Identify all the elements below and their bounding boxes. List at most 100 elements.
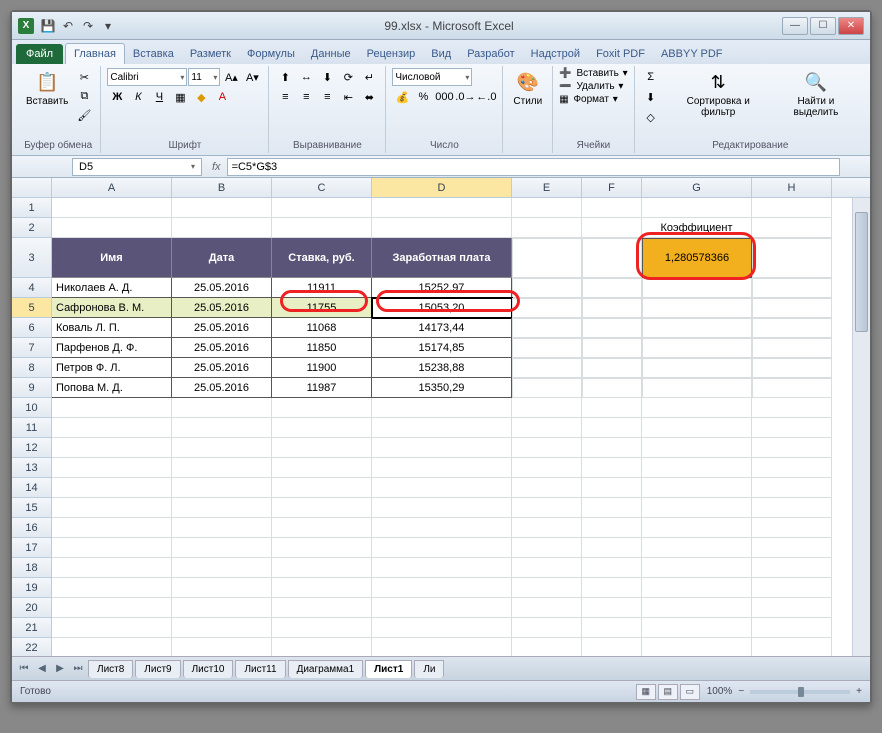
number-format-combo[interactable]: Числовой▾ bbox=[392, 68, 472, 86]
cell[interactable] bbox=[752, 298, 832, 318]
cell[interactable] bbox=[272, 618, 372, 638]
rowhead[interactable]: 12 bbox=[12, 438, 52, 458]
zoom-slider[interactable] bbox=[750, 690, 850, 694]
cut-icon[interactable]: ✂ bbox=[74, 68, 94, 86]
colhead-f[interactable]: F bbox=[582, 178, 642, 197]
cell-salary[interactable]: 15350,29 bbox=[372, 378, 512, 398]
rowhead[interactable]: 16 bbox=[12, 518, 52, 538]
cell[interactable] bbox=[272, 438, 372, 458]
sheet-nav-first-icon[interactable]: ⏮ bbox=[16, 663, 32, 674]
clear-icon[interactable]: ◇ bbox=[641, 108, 661, 126]
view-layout-icon[interactable]: ▤ bbox=[658, 684, 678, 700]
cell[interactable] bbox=[642, 438, 752, 458]
cell[interactable] bbox=[512, 518, 582, 538]
format-cells-button[interactable]: ▦ Формат ▾ bbox=[559, 94, 618, 105]
cell[interactable] bbox=[642, 398, 752, 418]
cell[interactable] bbox=[272, 418, 372, 438]
rowhead[interactable]: 6 bbox=[12, 318, 52, 338]
cell[interactable] bbox=[512, 618, 582, 638]
formula-bar[interactable]: =C5*G$3 bbox=[227, 158, 840, 176]
rowhead[interactable]: 11 bbox=[12, 418, 52, 438]
insert-cells-button[interactable]: ➕ Вставить ▾ bbox=[559, 68, 627, 79]
cell[interactable] bbox=[582, 238, 642, 278]
tab-layout[interactable]: Разметк bbox=[182, 44, 239, 64]
cell-name[interactable]: Коваль Л. П. bbox=[52, 318, 172, 338]
cell-salary[interactable]: 15238,88 bbox=[372, 358, 512, 378]
cell[interactable] bbox=[752, 498, 832, 518]
cell[interactable] bbox=[512, 478, 582, 498]
rowhead[interactable]: 3 bbox=[12, 238, 52, 278]
cell[interactable] bbox=[272, 598, 372, 618]
cell[interactable] bbox=[52, 398, 172, 418]
qat-undo-icon[interactable]: ↶ bbox=[59, 17, 77, 35]
cell-date[interactable]: 25.05.2016 bbox=[172, 338, 272, 358]
rowhead[interactable]: 4 bbox=[12, 278, 52, 298]
cell[interactable] bbox=[52, 198, 172, 218]
rowhead[interactable]: 22 bbox=[12, 638, 52, 656]
font-name-combo[interactable]: Calibri▾ bbox=[107, 68, 187, 86]
cell[interactable] bbox=[372, 498, 512, 518]
cell[interactable] bbox=[752, 518, 832, 538]
paste-button[interactable]: 📋 Вставить bbox=[22, 68, 72, 109]
cell-g3-coefficient[interactable]: 1,280578366 bbox=[642, 238, 752, 278]
font-size-combo[interactable]: 11▾ bbox=[188, 68, 220, 86]
cell[interactable] bbox=[512, 358, 582, 378]
cell[interactable] bbox=[582, 218, 642, 238]
cell-rate[interactable]: 11755 bbox=[272, 298, 372, 318]
cell[interactable] bbox=[582, 578, 642, 598]
select-all-corner[interactable] bbox=[12, 178, 52, 197]
tab-file[interactable]: Файл bbox=[16, 44, 63, 64]
orientation-icon[interactable]: ⟳ bbox=[338, 68, 358, 86]
sheet-tab[interactable]: Ли bbox=[414, 660, 444, 678]
cell[interactable] bbox=[372, 558, 512, 578]
cell[interactable] bbox=[172, 218, 272, 238]
cell[interactable] bbox=[512, 418, 582, 438]
cell[interactable] bbox=[582, 358, 642, 378]
cell[interactable] bbox=[752, 238, 832, 278]
cell[interactable] bbox=[752, 598, 832, 618]
tab-addins[interactable]: Надстрой bbox=[523, 44, 588, 64]
wrap-text-icon[interactable]: ↵ bbox=[359, 68, 379, 86]
delete-cells-button[interactable]: ➖ Удалить ▾ bbox=[559, 81, 623, 92]
cell[interactable] bbox=[752, 418, 832, 438]
cell[interactable] bbox=[512, 558, 582, 578]
cell-name[interactable]: Попова М. Д. bbox=[52, 378, 172, 398]
cell[interactable] bbox=[582, 558, 642, 578]
cell[interactable] bbox=[642, 578, 752, 598]
rowhead[interactable]: 1 bbox=[12, 198, 52, 218]
cell-rate[interactable]: 11987 bbox=[272, 378, 372, 398]
cell[interactable] bbox=[642, 338, 752, 358]
rowhead[interactable]: 15 bbox=[12, 498, 52, 518]
cell[interactable] bbox=[642, 498, 752, 518]
cell[interactable] bbox=[512, 538, 582, 558]
sheet-tab[interactable]: Лист8 bbox=[88, 660, 133, 678]
cell[interactable] bbox=[752, 438, 832, 458]
cell[interactable] bbox=[752, 358, 832, 378]
tab-view[interactable]: Вид bbox=[423, 44, 459, 64]
colhead-e[interactable]: E bbox=[512, 178, 582, 197]
cell[interactable] bbox=[512, 238, 582, 278]
tab-abbyy[interactable]: ABBYY PDF bbox=[653, 44, 731, 64]
format-painter-icon[interactable]: 🖌 bbox=[74, 106, 94, 124]
cell[interactable] bbox=[752, 278, 832, 298]
minimize-button[interactable]: — bbox=[782, 17, 808, 35]
cell[interactable] bbox=[52, 478, 172, 498]
cell[interactable] bbox=[512, 398, 582, 418]
cell[interactable] bbox=[372, 478, 512, 498]
zoom-in-button[interactable]: + bbox=[856, 686, 862, 697]
rowhead[interactable]: 13 bbox=[12, 458, 52, 478]
sheet-tab[interactable]: Лист11 bbox=[235, 660, 285, 678]
cell[interactable] bbox=[642, 638, 752, 656]
cell[interactable] bbox=[582, 418, 642, 438]
cell[interactable] bbox=[272, 458, 372, 478]
border-icon[interactable]: ▦ bbox=[170, 88, 190, 106]
cell[interactable] bbox=[582, 518, 642, 538]
cell[interactable] bbox=[172, 578, 272, 598]
cell[interactable] bbox=[642, 278, 752, 298]
tab-insert[interactable]: Вставка bbox=[125, 44, 182, 64]
cell[interactable] bbox=[752, 638, 832, 656]
cell[interactable] bbox=[752, 478, 832, 498]
cell[interactable] bbox=[512, 438, 582, 458]
cell[interactable] bbox=[752, 618, 832, 638]
cell[interactable] bbox=[582, 538, 642, 558]
